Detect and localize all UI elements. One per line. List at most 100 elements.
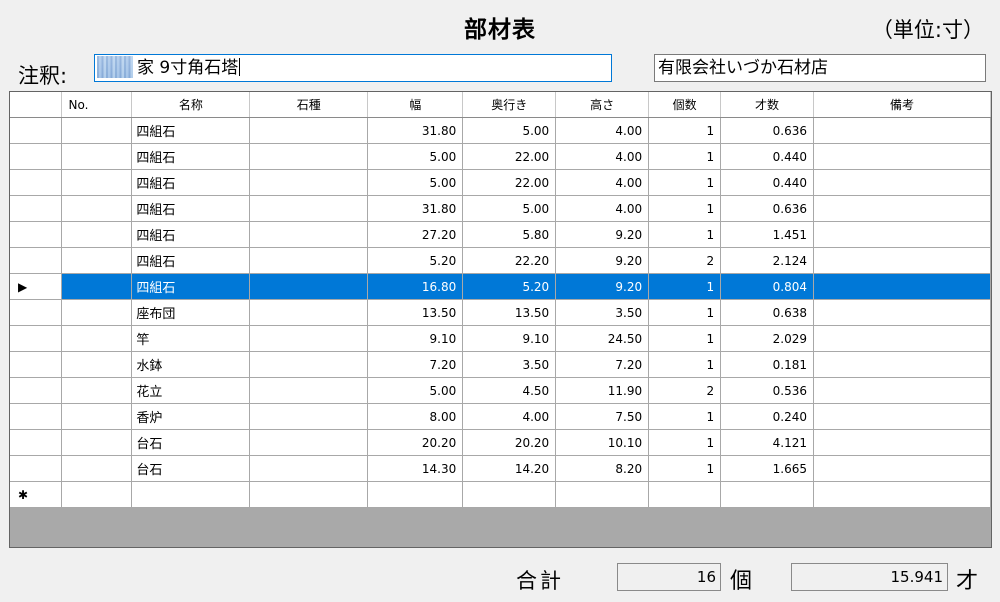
new-row-marker[interactable]: ✱ (10, 481, 63, 508)
table-row[interactable]: 竿 9.10 9.10 24.50 1 2.029 (10, 325, 991, 352)
annotation-input[interactable]: 家 9寸角石塔 (94, 54, 612, 82)
cell-remarks[interactable] (813, 273, 991, 300)
cell-height[interactable]: 4.00 (555, 117, 650, 144)
cell-no[interactable] (61, 117, 133, 144)
cell-name[interactable]: 竿 (131, 325, 251, 352)
cell-stone-type[interactable] (249, 377, 369, 404)
cell-count[interactable]: 1 (648, 195, 722, 222)
header-no[interactable]: No. (61, 92, 133, 118)
cell-sai[interactable]: 4.121 (720, 429, 815, 456)
row-header[interactable] (10, 143, 63, 170)
header-sai[interactable]: 才数 (720, 92, 815, 118)
row-header[interactable] (10, 429, 63, 456)
cell-width[interactable]: 20.20 (367, 429, 464, 456)
header-stone-type[interactable]: 石種 (249, 92, 369, 118)
cell-no[interactable] (61, 429, 133, 456)
cell-no[interactable] (61, 247, 133, 274)
cell-height[interactable]: 10.10 (555, 429, 650, 456)
cell-sai[interactable]: 0.638 (720, 299, 815, 326)
cell-sai[interactable]: 0.804 (720, 273, 815, 300)
table-row[interactable]: 四組石 5.00 22.00 4.00 1 0.440 (10, 169, 991, 196)
header-height[interactable]: 高さ (555, 92, 650, 118)
cell-count[interactable]: 1 (648, 143, 722, 170)
row-header[interactable] (10, 299, 63, 326)
cell-width[interactable]: 8.00 (367, 403, 464, 430)
table-row[interactable]: 座布団 13.50 13.50 3.50 1 0.638 (10, 299, 991, 326)
cell-stone-type[interactable] (249, 325, 369, 352)
cell-remarks[interactable] (813, 403, 991, 430)
cell-no[interactable] (61, 299, 133, 326)
row-header[interactable] (10, 377, 63, 404)
cell-stone-type[interactable] (249, 195, 369, 222)
cell-no[interactable] (61, 169, 133, 196)
row-header[interactable] (10, 195, 63, 222)
cell-height[interactable]: 4.00 (555, 195, 650, 222)
cell-remarks[interactable] (813, 247, 991, 274)
cell-remarks[interactable] (813, 325, 991, 352)
cell-depth[interactable]: 4.50 (462, 377, 557, 404)
cell-depth[interactable]: 5.00 (462, 195, 557, 222)
cell-depth[interactable]: 13.50 (462, 299, 557, 326)
row-header[interactable]: ▶ (10, 273, 63, 300)
cell-height[interactable]: 9.20 (555, 221, 650, 248)
cell-remarks[interactable] (813, 143, 991, 170)
cell-count[interactable]: 1 (648, 403, 722, 430)
cell-stone-type[interactable] (249, 455, 369, 482)
cell-name[interactable]: 四組石 (131, 143, 251, 170)
table-row[interactable]: 香炉 8.00 4.00 7.50 1 0.240 (10, 403, 991, 430)
row-header[interactable] (10, 325, 63, 352)
cell-name[interactable]: 四組石 (131, 169, 251, 196)
header-count[interactable]: 個数 (648, 92, 722, 118)
cell-remarks[interactable] (813, 169, 991, 196)
cell-stone-type[interactable] (249, 429, 369, 456)
cell-stone-type[interactable] (249, 221, 369, 248)
cell-name[interactable] (131, 481, 251, 508)
cell-name[interactable]: 座布団 (131, 299, 251, 326)
cell-no[interactable] (61, 195, 133, 222)
cell-count[interactable]: 2 (648, 377, 722, 404)
parts-grid[interactable]: No. 名称 石種幅奥行き 高さ 個数 才数 備考 四組石 31.80 5.00 4.00 1 0.6… (9, 91, 992, 548)
cell-width[interactable]: 27.20 (367, 221, 464, 248)
table-row[interactable]: 四組石 31.80 5.00 4.00 1 0.636 (10, 195, 991, 222)
row-header[interactable] (10, 403, 63, 430)
cell-sai[interactable]: 2.124 (720, 247, 815, 274)
table-row[interactable]: 四組石 27.20 5.80 9.20 1 1.451 (10, 221, 991, 248)
cell-depth[interactable]: 5.20 (462, 273, 557, 300)
cell-height[interactable] (555, 481, 650, 508)
cell-count[interactable]: 1 (648, 429, 722, 456)
cell-sai[interactable]: 0.181 (720, 351, 815, 378)
cell-height[interactable]: 4.00 (555, 143, 650, 170)
cell-count[interactable]: 1 (648, 169, 722, 196)
cell-height[interactable]: 9.20 (555, 247, 650, 274)
cell-stone-type[interactable] (249, 143, 369, 170)
cell-count[interactable]: 1 (648, 273, 722, 300)
cell-width[interactable]: 5.20 (367, 247, 464, 274)
table-row[interactable]: 台石 14.30 14.20 8.20 1 1.665 (10, 455, 991, 482)
cell-no[interactable] (61, 143, 133, 170)
cell-depth[interactable]: 22.00 (462, 169, 557, 196)
table-row[interactable]: 花立 5.00 4.50 11.90 2 0.536 (10, 377, 991, 404)
cell-height[interactable]: 11.90 (555, 377, 650, 404)
cell-remarks[interactable] (813, 299, 991, 326)
cell-sai[interactable]: 0.440 (720, 143, 815, 170)
cell-width[interactable] (367, 481, 464, 508)
cell-height[interactable]: 9.20 (555, 273, 650, 300)
row-header[interactable] (10, 221, 63, 248)
cell-remarks[interactable] (813, 481, 991, 508)
cell-depth[interactable]: 5.80 (462, 221, 557, 248)
cell-remarks[interactable] (813, 117, 991, 144)
cell-width[interactable]: 13.50 (367, 299, 464, 326)
cell-width[interactable]: 5.00 (367, 143, 464, 170)
cell-remarks[interactable] (813, 455, 991, 482)
cell-no[interactable] (61, 481, 133, 508)
cell-sai[interactable]: 0.636 (720, 117, 815, 144)
cell-no[interactable] (61, 273, 133, 300)
cell-sai[interactable]: 0.536 (720, 377, 815, 404)
cell-width[interactable]: 31.80 (367, 117, 464, 144)
cell-name[interactable]: 香炉 (131, 403, 251, 430)
cell-sai[interactable]: 2.029 (720, 325, 815, 352)
header-marker[interactable] (10, 92, 63, 118)
cell-width[interactable]: 5.00 (367, 377, 464, 404)
cell-depth[interactable]: 3.50 (462, 351, 557, 378)
cell-count[interactable]: 2 (648, 247, 722, 274)
